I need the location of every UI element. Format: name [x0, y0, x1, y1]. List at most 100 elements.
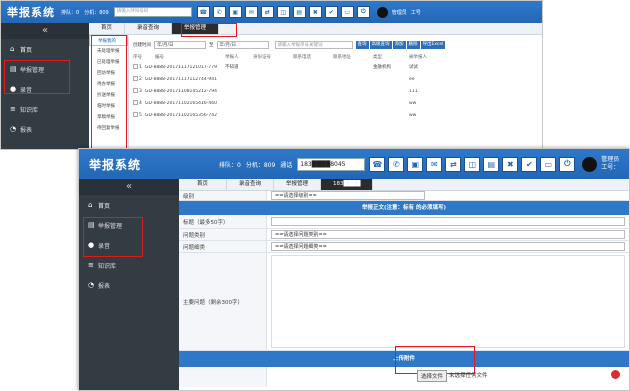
- row-index: 3: [139, 89, 142, 94]
- section-title: 举报正文(注意：标有 的必须填写): [179, 201, 629, 215]
- title-input[interactable]: [271, 217, 625, 226]
- main-issue-textarea[interactable]: [271, 255, 625, 348]
- keyword-input[interactable]: 请输入举报单号关键词: [274, 41, 353, 49]
- sidebar-item-label: 首页: [98, 202, 111, 210]
- column-header: 身份证号: [253, 55, 271, 60]
- sidebar: « ⌂ 首页 ▤ 举报管理 ● 录音 ≡ 知识库 ◔ 报表: [79, 179, 179, 390]
- sidebar-item-reports[interactable]: ◔ 报表: [1, 119, 89, 139]
- idle-icon[interactable]: ✔: [324, 6, 338, 18]
- book-icon: ≡: [88, 261, 94, 269]
- column-header: 举报人: [225, 55, 239, 60]
- query-button[interactable]: 查询: [355, 41, 369, 49]
- row-index: 5: [139, 113, 142, 118]
- highlight-box: [83, 217, 143, 257]
- delete-attachment-icon[interactable]: [611, 370, 620, 379]
- tab-bar: 首页 录音查询 举报管理 183████: [179, 179, 629, 191]
- tab-report-management[interactable]: 举报管理: [274, 179, 322, 190]
- tab-recording-query[interactable]: 录音查询: [227, 179, 275, 190]
- sidebar-item-label: 知识库: [20, 106, 39, 114]
- detail-select[interactable]: ==请选择问题细类==: [271, 242, 625, 251]
- highlight-box: [4, 60, 70, 94]
- monitor-icon[interactable]: ▭: [540, 156, 557, 172]
- sidebar-item-label: 报表: [20, 126, 33, 134]
- hold-icon[interactable]: ▣: [228, 6, 242, 18]
- table-row[interactable]: 1 GD-8888-20171117121017-779 不知道 金融机构 试试: [133, 61, 542, 73]
- add-button[interactable]: 添加: [392, 41, 406, 49]
- sidebar-item-reports[interactable]: ◔ 报表: [79, 275, 179, 295]
- phone-search-input[interactable]: 请输入呼叫号码: [113, 7, 192, 17]
- sidebar-item-home[interactable]: ⌂ 首页: [1, 39, 89, 59]
- table-row[interactable]: 4 GD-8888-20171102165416-460 ww: [133, 97, 542, 109]
- chart-icon: ◔: [88, 281, 95, 289]
- table-row[interactable]: 2 GD-8888-20171117112744-941 ee: [133, 73, 542, 85]
- busy-icon[interactable]: ✖: [502, 156, 519, 172]
- title-row: 标题（最多50字）: [179, 215, 629, 229]
- sidebar-item-home[interactable]: ⌂ 首页: [79, 195, 179, 215]
- filter-bar: 创建时间 年/月/日 至 年/月/日 请输入举报单号关键词 查询 高级查询 添加…: [133, 39, 542, 51]
- date-from-input[interactable]: 年/月/日: [154, 41, 206, 49]
- filter-label: 创建时间: [133, 43, 151, 48]
- row-code[interactable]: GD-8888-20171117121017-779: [145, 65, 225, 70]
- user-name: 管理员: [601, 156, 620, 163]
- idle-icon[interactable]: ✔: [521, 156, 538, 172]
- transfer-icon[interactable]: ⇄: [260, 6, 274, 18]
- row-code[interactable]: GD-8888-20171117112744-941: [145, 77, 225, 82]
- file-status: 未选择任何文件: [449, 373, 488, 379]
- tab-recording-query[interactable]: 录音查询: [125, 23, 173, 34]
- tab-home[interactable]: 首页: [179, 179, 228, 190]
- sidebar-item-knowledge[interactable]: ≡ 知识库: [79, 255, 179, 275]
- avatar[interactable]: [582, 156, 598, 172]
- phone-icon[interactable]: ☎: [196, 6, 210, 18]
- record-icon[interactable]: ▤: [292, 6, 306, 18]
- export-button[interactable]: 导出Excel: [420, 41, 446, 49]
- home-icon: ⌂: [10, 45, 15, 53]
- power-icon[interactable]: ⏻: [356, 6, 370, 18]
- row-code[interactable]: GD-8888-20171102165416-460: [145, 101, 225, 106]
- conference-icon[interactable]: ◫: [276, 6, 290, 18]
- call-number-input[interactable]: 183████8045: [297, 157, 366, 171]
- collapse-icon[interactable]: «: [1, 23, 89, 39]
- highlight-box: [91, 35, 127, 149]
- highlight-box: [181, 23, 237, 37]
- collapse-icon[interactable]: «: [79, 179, 179, 195]
- file-button[interactable]: 选择文件: [417, 370, 448, 382]
- level-select[interactable]: ==请选择级别==: [271, 191, 425, 200]
- column-header: 联系电话: [293, 55, 311, 60]
- advanced-query-button[interactable]: 高级查询: [369, 41, 392, 49]
- book-icon: ≡: [10, 105, 16, 113]
- transfer-icon[interactable]: ⇄: [445, 156, 462, 172]
- tab-home[interactable]: 首页: [89, 23, 126, 34]
- row-checkbox[interactable]: [133, 64, 138, 69]
- back-window: 举报系统 排队：0 分机：809 请输入呼叫号码 ☎ ✆ ▣ ✉ ⇄ ◫ ▤ ✖…: [0, 0, 543, 150]
- tab-current-call[interactable]: 183████: [321, 179, 374, 190]
- date-to-input[interactable]: 年/月/日: [216, 41, 269, 49]
- table-row[interactable]: 3 GD-8888-20171108145212-794 111: [133, 85, 542, 97]
- row-code[interactable]: GD-8888-20171108145212-794: [145, 89, 225, 94]
- sidebar-item-knowledge[interactable]: ≡ 知识库: [1, 99, 89, 119]
- upload-row: 选择文件 未选择任何文件: [179, 367, 629, 387]
- category-label: 问题类别: [179, 229, 267, 240]
- record-icon[interactable]: ▤: [483, 156, 500, 172]
- category-select[interactable]: ==请选择问题类别==: [271, 230, 625, 239]
- hold-icon[interactable]: ▣: [407, 156, 424, 172]
- monitor-icon[interactable]: ▭: [340, 6, 354, 18]
- delete-button[interactable]: 删除: [406, 41, 420, 49]
- hangup-icon[interactable]: ✆: [388, 156, 405, 172]
- row-checkbox[interactable]: [133, 112, 138, 117]
- conference-icon[interactable]: ◫: [464, 156, 481, 172]
- row-checkbox[interactable]: [133, 100, 138, 105]
- row-checkbox[interactable]: [133, 88, 138, 93]
- level-label: 级别: [179, 191, 267, 200]
- extension-number: 分机：809: [245, 161, 276, 169]
- table-row[interactable]: 5 GD-8888-20171102165356-742 ww: [133, 109, 542, 121]
- column-header: 被举报人: [409, 55, 427, 60]
- mute-icon[interactable]: ✉: [426, 156, 443, 172]
- mute-icon[interactable]: ✉: [244, 6, 258, 18]
- row-code[interactable]: GD-8888-20171102165356-742: [145, 113, 225, 118]
- hangup-icon[interactable]: ✆: [212, 6, 226, 18]
- avatar[interactable]: [376, 6, 388, 18]
- phone-icon[interactable]: ☎: [369, 156, 386, 172]
- row-checkbox[interactable]: [133, 76, 138, 81]
- power-icon[interactable]: ⏻: [559, 156, 576, 172]
- busy-icon[interactable]: ✖: [308, 6, 322, 18]
